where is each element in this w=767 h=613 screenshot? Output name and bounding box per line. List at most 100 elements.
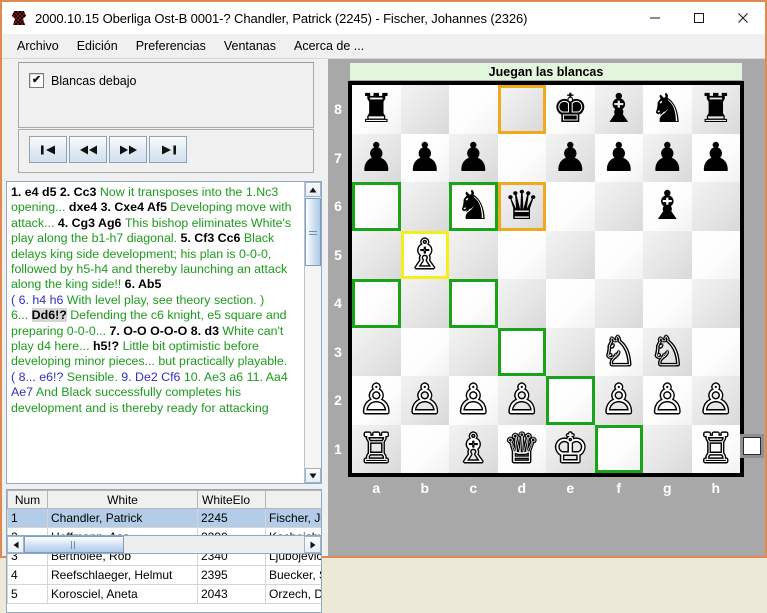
notation-segment[interactable]: Sensible.: [67, 370, 121, 384]
notation-text[interactable]: 1. e4 d5 2. Cc3 Now it transposes into t…: [7, 182, 304, 483]
black-bishop-icon[interactable]: ♝: [643, 182, 692, 231]
square-d7[interactable]: [497, 133, 546, 182]
square-c3[interactable]: [449, 327, 498, 376]
notation-segment[interactable]: 3. Cxe4 Af5: [101, 200, 171, 214]
black-bishop-icon[interactable]: ♝: [595, 85, 644, 134]
square-c5[interactable]: [449, 230, 498, 279]
square-a2[interactable]: ♙: [352, 376, 401, 425]
square-b2[interactable]: ♙: [400, 376, 449, 425]
square-d2[interactable]: ♙: [497, 376, 547, 425]
square-g1[interactable]: [643, 424, 692, 473]
square-c7[interactable]: ♟: [449, 133, 498, 183]
notation-segment[interactable]: 6...: [11, 308, 32, 322]
notation-segment[interactable]: 8. d3: [191, 324, 223, 338]
white-rook-icon[interactable]: ♖: [352, 425, 401, 474]
square-h2[interactable]: ♙: [691, 376, 741, 425]
white-pawn-icon[interactable]: ♙: [498, 376, 547, 425]
scroll-thumb[interactable]: [305, 198, 321, 266]
cell-white[interactable]: Reefschlaeger, Helmut: [47, 565, 198, 585]
notation-segment[interactable]: Dd6!?: [31, 308, 67, 323]
cell-num[interactable]: 4: [7, 565, 48, 585]
square-c8[interactable]: [449, 85, 498, 134]
white-pawn-icon[interactable]: ♙: [352, 376, 401, 425]
square-h7[interactable]: ♟: [691, 133, 740, 182]
square-f7[interactable]: ♟: [594, 133, 643, 182]
column-header-white[interactable]: White: [47, 490, 198, 509]
square-f6[interactable]: [594, 182, 643, 231]
black-pawn-icon[interactable]: ♟: [643, 134, 692, 183]
cell-num[interactable]: 1: [7, 508, 48, 528]
square-e5[interactable]: [546, 230, 595, 279]
black-pawn-icon[interactable]: ♟: [401, 134, 450, 183]
white-below-checkbox[interactable]: ✔: [29, 73, 44, 88]
menu-ventanas[interactable]: Ventanas: [215, 36, 285, 56]
notation-segment[interactable]: 5. Cf3 Cc6: [180, 231, 243, 245]
square-e1[interactable]: ♔: [546, 424, 595, 474]
notation-segment[interactable]: ( 8... e6!?: [11, 370, 67, 384]
white-pawn-icon[interactable]: ♙: [595, 376, 644, 425]
notation-segment[interactable]: dxe4: [69, 200, 101, 214]
square-d8[interactable]: [497, 85, 546, 134]
notation-segment[interactable]: 9. De2 Cf6: [121, 370, 184, 384]
black-queen-icon[interactable]: ♛: [501, 185, 544, 228]
square-d1[interactable]: ♕: [497, 424, 546, 473]
square-g2[interactable]: ♙: [643, 376, 692, 425]
cell-black[interactable]: Buecker, Stefan: [265, 565, 321, 585]
square-g8[interactable]: ♞: [643, 85, 692, 134]
square-b6[interactable]: [400, 182, 449, 231]
square-f8[interactable]: ♝: [594, 85, 644, 134]
notation-segment[interactable]: 6. Ab5: [125, 277, 162, 291]
square-f1[interactable]: [594, 424, 643, 473]
black-pawn-icon[interactable]: ♟: [352, 134, 401, 183]
cell-black[interactable]: Fischer, Johannes: [265, 508, 321, 528]
white-rook-icon[interactable]: ♖: [692, 425, 741, 474]
notation-segment[interactable]: And Black successfully completes his dev…: [11, 385, 269, 414]
column-header-num[interactable]: Num: [7, 490, 48, 509]
square-d4[interactable]: [497, 279, 546, 328]
black-rook-icon[interactable]: ♜: [352, 85, 401, 134]
square-b7[interactable]: ♟: [400, 133, 450, 183]
hscroll-track[interactable]: [124, 536, 304, 553]
notation-segment[interactable]: 2. Cc3: [60, 185, 100, 199]
table-row[interactable]: 4Reefschlaeger, Helmut2395Buecker, Stefa…: [7, 565, 321, 585]
square-b5[interactable]: ♗: [400, 230, 449, 279]
white-king-icon[interactable]: ♔: [546, 425, 595, 474]
black-king-icon[interactable]: ♚: [546, 85, 595, 134]
square-b4[interactable]: [400, 279, 449, 328]
table-row[interactable]: 1Chandler, Patrick2245Fischer, Johannes: [7, 508, 321, 528]
square-a3[interactable]: [352, 327, 401, 376]
column-header-black[interactable]: Black: [265, 490, 321, 509]
square-d5[interactable]: [497, 230, 546, 279]
black-pawn-icon[interactable]: ♟: [449, 134, 498, 183]
square-h5[interactable]: [691, 230, 740, 279]
square-c6[interactable]: ♞: [449, 182, 498, 231]
square-e2[interactable]: [546, 376, 595, 425]
games-horizontal-scrollbar[interactable]: [6, 535, 322, 554]
square-e6[interactable]: [546, 182, 595, 231]
step-backward-button[interactable]: [69, 136, 107, 163]
scroll-right-button[interactable]: [304, 536, 321, 553]
square-c1[interactable]: ♗: [449, 424, 498, 473]
maximize-button[interactable]: [677, 2, 721, 34]
menu-acerca-de[interactable]: Acerca de ...: [285, 36, 373, 56]
notation-segment[interactable]: h5!?: [93, 339, 123, 353]
square-h4[interactable]: [691, 279, 740, 328]
black-knight-icon[interactable]: ♞: [452, 185, 495, 228]
square-g4[interactable]: [643, 279, 692, 328]
hscroll-thumb[interactable]: [24, 536, 124, 553]
square-a8[interactable]: ♜: [352, 85, 401, 134]
square-e7[interactable]: ♟: [546, 133, 595, 182]
white-pawn-icon[interactable]: ♙: [692, 376, 741, 425]
white-below-row[interactable]: ✔ Blancas debajo: [19, 63, 313, 88]
white-bishop-icon[interactable]: ♗: [404, 234, 447, 277]
square-h6[interactable]: [691, 182, 740, 231]
notation-segment[interactable]: 7. O-O O-O-O: [110, 324, 191, 338]
black-rook-icon[interactable]: ♜: [692, 85, 741, 134]
square-g3[interactable]: ♘: [643, 327, 692, 377]
scroll-track[interactable]: [305, 266, 321, 467]
white-knight-icon[interactable]: ♘: [643, 328, 692, 377]
cell-whiteelo[interactable]: 2395: [197, 565, 266, 585]
cell-white[interactable]: Chandler, Patrick: [47, 508, 198, 528]
square-d3[interactable]: [497, 327, 546, 376]
square-c4[interactable]: [449, 279, 498, 328]
